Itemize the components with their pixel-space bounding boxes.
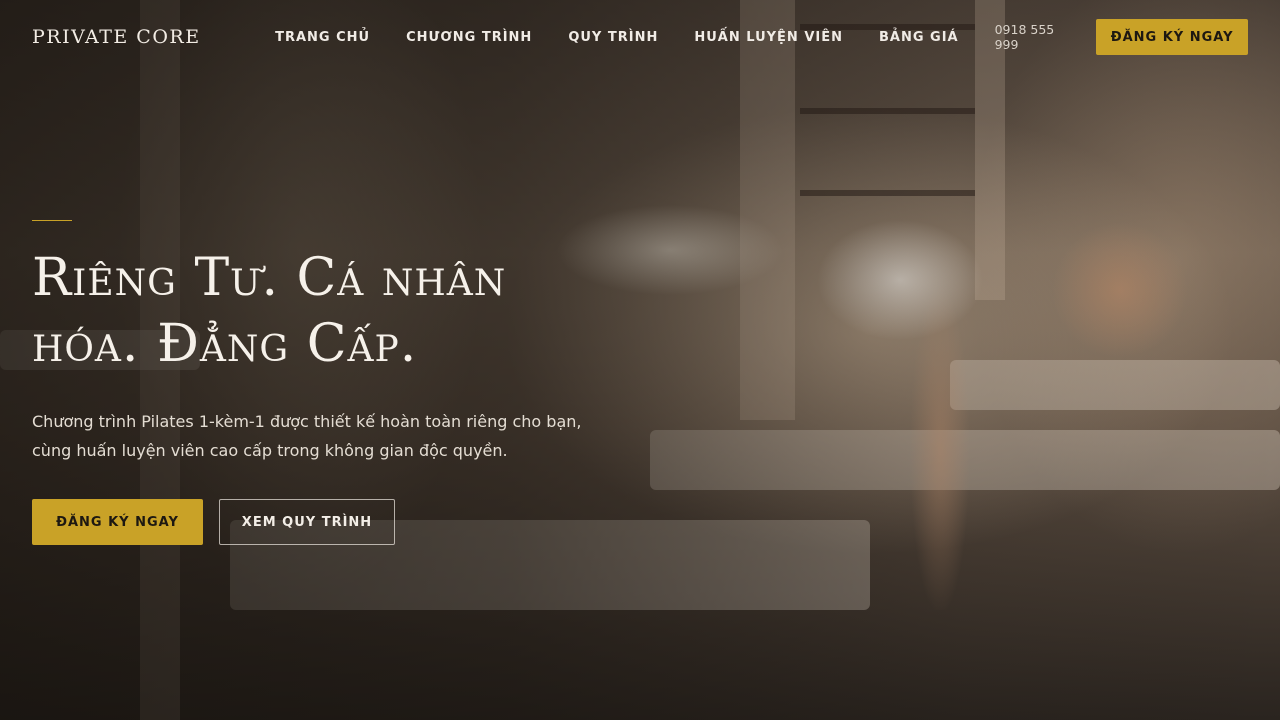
hero-title: Riêng Tư. Cá nhân hóa. Đẳng Cấp. — [32, 248, 507, 374]
hero-divider — [32, 220, 72, 221]
site-logo[interactable]: PRIVATE CORE — [32, 26, 275, 48]
phone-number[interactable]: 0918 555 999 — [995, 22, 1081, 52]
site-header: PRIVATE CORE TRANG CHỦ CHƯƠNG TRÌNH QUY … — [0, 0, 1280, 74]
hero-actions: ĐĂNG KÝ NGAY XEM QUY TRÌNH — [32, 499, 632, 545]
nav-item-process[interactable]: QUY TRÌNH — [568, 30, 658, 45]
hero-section: Riêng Tư. Cá nhân hóa. Đẳng Cấp. Chương … — [32, 220, 632, 545]
nav-item-trainers[interactable]: HUẤN LUYỆN VIÊN — [694, 30, 843, 45]
nav-item-pricing[interactable]: BẢNG GIÁ — [879, 30, 959, 45]
header-actions: 0918 555 999 ĐĂNG KÝ NGAY — [995, 19, 1248, 55]
nav-item-programs[interactable]: CHƯƠNG TRÌNH — [406, 30, 532, 45]
main-nav: TRANG CHỦ CHƯƠNG TRÌNH QUY TRÌNH HUẤN LU… — [275, 30, 995, 45]
header-register-button[interactable]: ĐĂNG KÝ NGAY — [1096, 19, 1248, 55]
hero-subtitle: Chương trình Pilates 1-kèm-1 được thiết … — [32, 412, 582, 460]
view-process-button[interactable]: XEM QUY TRÌNH — [219, 499, 395, 545]
hero-register-button[interactable]: ĐĂNG KÝ NGAY — [32, 499, 203, 545]
nav-item-home[interactable]: TRANG CHỦ — [275, 30, 370, 45]
